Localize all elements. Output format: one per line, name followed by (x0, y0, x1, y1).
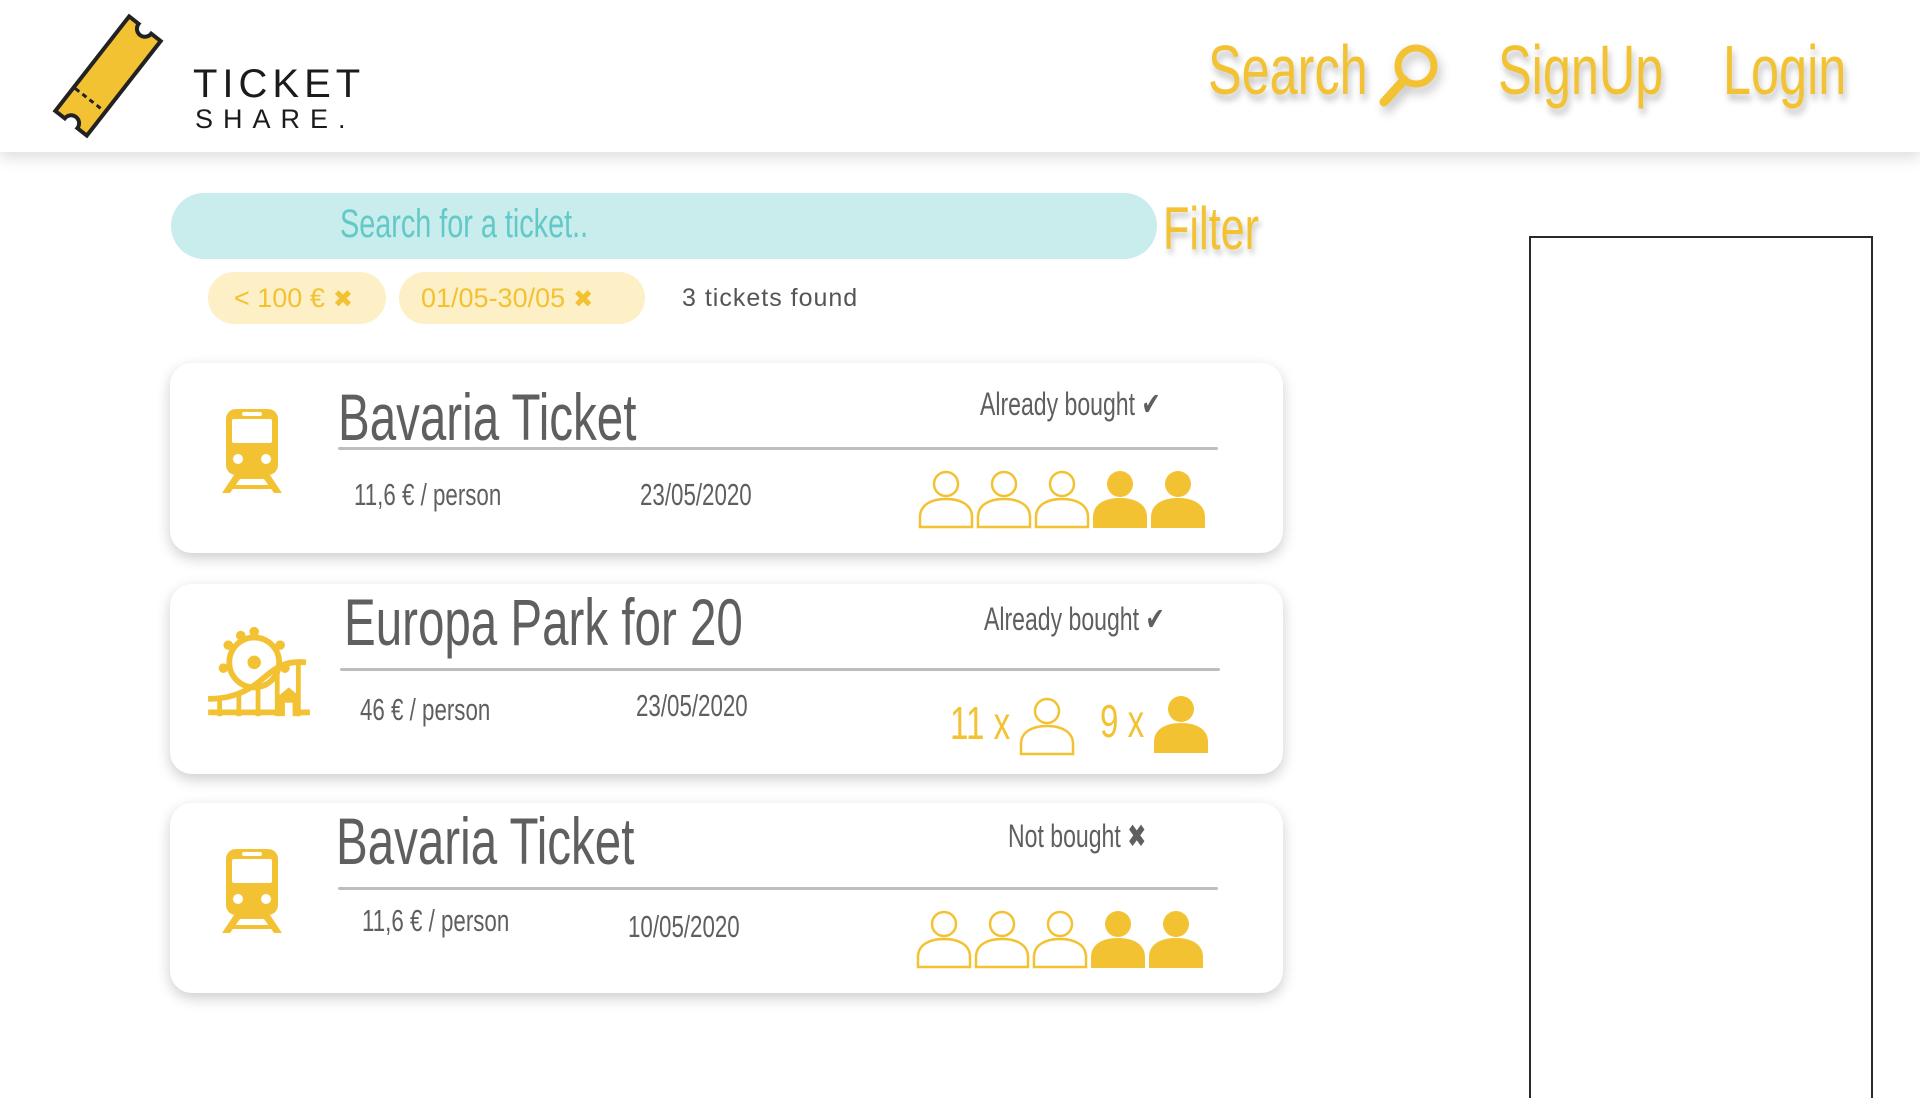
free-seats-count: 11 x (950, 697, 1011, 749)
seat-slots (917, 467, 1207, 529)
person-filled-icon (1091, 467, 1149, 529)
search-input[interactable] (171, 193, 1157, 259)
ticket-title: Europa Park for 20 (344, 585, 743, 659)
divider (338, 447, 1218, 450)
top-header: TICKET SHARE. Search SignUp Login (0, 0, 1920, 152)
divider (340, 668, 1220, 671)
ticket-status: Already bought ✔ (980, 386, 1161, 422)
brand-line-1: TICKET (193, 62, 366, 106)
divider (338, 887, 1218, 890)
person-outline-icon (917, 467, 975, 529)
taken-seats-count: 9 x (1100, 695, 1145, 747)
person-outline-icon (1018, 694, 1076, 756)
seat-slots (915, 907, 1205, 969)
brand-logo[interactable]: TICKET SHARE. (38, 8, 360, 143)
ticket-date: 23/05/2020 (640, 477, 752, 512)
ticket-card[interactable]: Europa Park for 20 Already bought ✔ 46 €… (170, 584, 1283, 774)
ticket-logo-icon (52, 13, 164, 139)
nav-login-link[interactable]: Login (1723, 30, 1846, 110)
ticket-status: Already bought ✔ (984, 601, 1165, 637)
magnifier-icon[interactable] (1378, 42, 1440, 108)
close-icon[interactable]: ✖ (333, 286, 353, 313)
ticket-price: 11,6 € / person (354, 477, 502, 512)
person-outline-icon (973, 907, 1031, 969)
person-filled-icon (1089, 907, 1147, 969)
person-outline-icon (1031, 907, 1089, 969)
nav-signup-link[interactable]: SignUp (1498, 30, 1663, 110)
person-filled-icon (1149, 467, 1207, 529)
results-count: 3 tickets found (682, 284, 859, 312)
person-filled-icon (1152, 692, 1210, 754)
ticket-title: Bavaria Ticket (336, 804, 635, 878)
ticket-date: 23/05/2020 (636, 688, 748, 723)
ticket-card[interactable]: Bavaria Ticket Not bought ✖ 11,6 € / per… (170, 803, 1283, 993)
train-icon (220, 407, 284, 497)
close-icon[interactable]: ✖ (573, 286, 593, 313)
amusement-park-icon (206, 624, 312, 720)
filter-chip-date-range[interactable]: 01/05-30/05 ✖ (399, 272, 645, 324)
ticket-price: 11,6 € / person (362, 903, 510, 938)
side-panel (1529, 236, 1873, 1098)
filter-chip-label: < 100 € (234, 283, 325, 313)
nav-search-link[interactable]: Search (1208, 30, 1368, 110)
person-outline-icon (1033, 467, 1091, 529)
filter-chip-label: 01/05-30/05 (421, 283, 566, 313)
ticket-status: Not bought ✖ (1008, 818, 1147, 854)
ticket-title: Bavaria Ticket (338, 380, 637, 454)
filter-button[interactable]: Filter (1163, 194, 1259, 263)
ticket-price: 46 € / person (360, 692, 491, 727)
brand-line-2: SHARE. (195, 104, 356, 134)
search-placeholder: Search for a ticket.. (340, 202, 589, 246)
ticket-date: 10/05/2020 (628, 909, 740, 944)
person-outline-icon (915, 907, 973, 969)
filter-chip-price[interactable]: < 100 € ✖ (208, 272, 386, 324)
train-icon (220, 847, 284, 937)
person-outline-icon (975, 467, 1033, 529)
ticket-card[interactable]: Bavaria Ticket Already bought ✔ 11,6 € /… (170, 363, 1283, 553)
person-filled-icon (1147, 907, 1205, 969)
